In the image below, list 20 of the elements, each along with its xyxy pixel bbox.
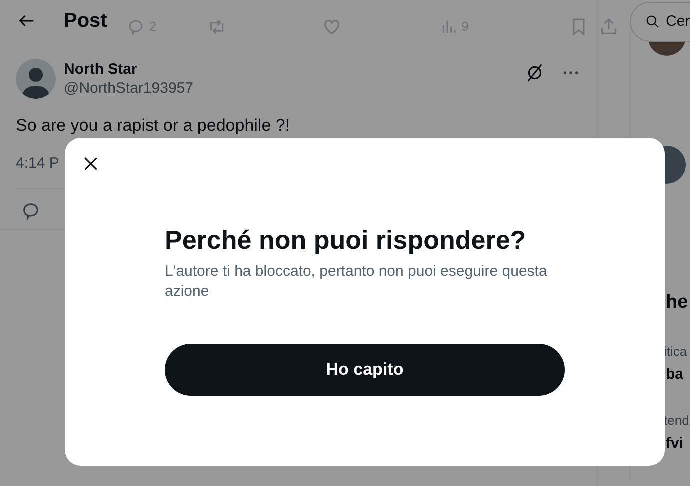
trend-context: tend [664,412,690,430]
confirm-button[interactable]: Ho capito [165,344,565,396]
trend-context: itica [664,342,688,360]
slashed-circle-icon[interactable] [525,63,545,83]
author-handle[interactable]: @NorthStar193957 [64,79,525,98]
search-field[interactable]: Cer [630,2,690,42]
dialog-title: Perché non puoi rispondere? [165,224,528,256]
section-heading: he [666,291,690,315]
author-name[interactable]: North Star [64,60,525,79]
post-text: So are you a rapist or a pedophile ?! [15,115,292,137]
trend-title[interactable]: fvi [666,433,690,456]
page-title: Post [64,9,108,33]
trend-title[interactable]: ba [666,364,690,386]
speech-bubble-icon[interactable] [127,18,146,36]
search-icon [645,14,661,30]
share-icon[interactable] [598,17,619,37]
dialog-message: L'autore ti ha bloccato, pertanto non puoi eseguire questa azione [165,262,548,302]
speech-bubble-icon[interactable] [21,200,41,220]
post-time[interactable]: 4:14 P [16,152,60,175]
heart-icon[interactable] [322,17,342,37]
